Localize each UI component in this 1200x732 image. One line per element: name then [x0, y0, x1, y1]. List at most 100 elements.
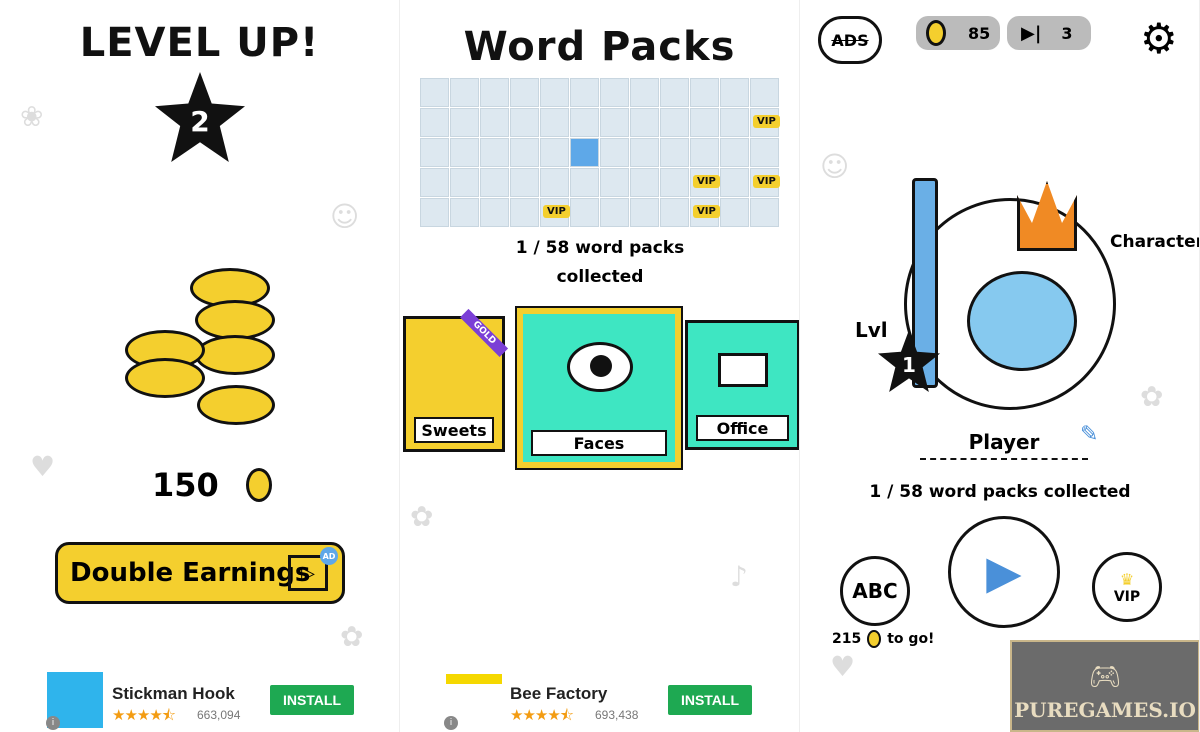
word-pack-cell[interactable] — [660, 198, 689, 227]
remove-ads-button[interactable]: ADS — [818, 16, 882, 64]
install-button[interactable]: INSTALL — [668, 685, 752, 715]
word-pack-cell[interactable] — [720, 78, 749, 107]
character-label[interactable]: Character — [1110, 232, 1199, 252]
word-pack-cell[interactable]: VIP — [690, 198, 720, 227]
doodle-icon: ☺ — [330, 200, 360, 233]
pack-label: Sweets — [414, 417, 494, 443]
collected-label: collected — [556, 267, 644, 287]
word-pack-cell[interactable] — [720, 198, 749, 227]
ad-info-icon[interactable]: i — [46, 716, 60, 730]
word-pack-cell[interactable] — [480, 138, 509, 167]
double-earnings-button[interactable]: Double Earnings ▷ AD — [55, 542, 345, 604]
word-pack-cell[interactable] — [750, 198, 779, 227]
word-pack-cell[interactable] — [600, 138, 629, 167]
word-pack-cell[interactable] — [630, 138, 659, 167]
word-pack-cell[interactable] — [540, 168, 569, 197]
eye-icon — [567, 342, 633, 392]
word-pack-cell[interactable] — [450, 78, 479, 107]
word-pack-cell[interactable]: VIP — [690, 168, 720, 197]
settings-gear-icon[interactable]: ⚙ — [1140, 14, 1178, 64]
word-pack-cell[interactable] — [630, 108, 659, 137]
word-pack-cell[interactable] — [600, 78, 629, 107]
word-pack-cell[interactable] — [720, 168, 749, 197]
abc-word-pack-button[interactable]: ABC — [840, 556, 910, 626]
ad-app-icon — [446, 674, 502, 684]
word-pack-cell[interactable]: VIP — [750, 168, 780, 197]
word-pack-cell[interactable] — [480, 78, 509, 107]
word-pack-cell[interactable] — [570, 138, 599, 167]
word-pack-cell[interactable] — [540, 138, 569, 167]
word-pack-cell[interactable] — [660, 168, 689, 197]
word-pack-cell[interactable] — [690, 138, 719, 167]
word-pack-cell[interactable] — [450, 168, 479, 197]
watermark-logo: 🎮︎ PUREGAMES.IO — [1010, 640, 1199, 732]
word-pack-cell[interactable] — [630, 168, 659, 197]
word-pack-cell[interactable] — [480, 108, 509, 137]
word-pack-cell[interactable] — [570, 168, 599, 197]
doodle-icon: ♥ — [830, 650, 856, 683]
unlock-cost: 215 to go! — [832, 630, 934, 648]
word-pack-cell[interactable] — [420, 198, 449, 227]
word-pack-grid-wrapper: VIP VIP VIP VIP VIP — [400, 0, 799, 240]
doodle-icon: ☺ — [820, 150, 850, 183]
word-pack-cell[interactable] — [510, 168, 539, 197]
word-pack-cell[interactable] — [630, 78, 659, 107]
word-pack-cell[interactable] — [720, 138, 749, 167]
player-name-field[interactable]: Player — [920, 430, 1088, 460]
word-pack-cell[interactable] — [420, 168, 449, 197]
level-star-badge: 2 — [155, 72, 245, 162]
ad-banner[interactable]: i Stickman Hook ★★★★⯪ 663,094 INSTALL — [0, 664, 399, 732]
word-pack-cell[interactable] — [660, 108, 689, 137]
word-pack-cell[interactable]: VIP — [540, 198, 570, 227]
edit-pencil-icon[interactable]: ✎ — [1080, 422, 1098, 447]
word-pack-cell[interactable] — [480, 198, 509, 227]
word-pack-cell[interactable]: VIP — [750, 108, 780, 137]
pack-card-office[interactable]: Office — [685, 320, 799, 450]
rating-count: 663,094 — [197, 708, 241, 722]
word-pack-cell[interactable] — [450, 108, 479, 137]
word-pack-cell[interactable] — [480, 168, 509, 197]
word-pack-cell[interactable] — [720, 108, 749, 137]
word-pack-cell[interactable] — [510, 138, 539, 167]
word-pack-cell[interactable] — [690, 108, 719, 137]
pack-card-faces[interactable]: Faces — [515, 306, 683, 470]
ad-banner[interactable]: i Bee Factory ★★★★⯪ 693,438 INSTALL — [400, 664, 799, 732]
word-pack-cell[interactable] — [450, 198, 479, 227]
word-pack-cell[interactable] — [510, 198, 539, 227]
word-pack-cell[interactable] — [540, 108, 569, 137]
word-pack-cell[interactable] — [750, 78, 779, 107]
rating-stars: ★★★★⯪ — [112, 706, 176, 724]
word-pack-cell[interactable] — [600, 168, 629, 197]
word-pack-cell[interactable] — [570, 108, 599, 137]
word-pack-cell[interactable] — [510, 78, 539, 107]
play-button[interactable]: ▶ — [948, 516, 1060, 628]
doodle-icon: ♥ — [30, 450, 56, 483]
word-pack-cell[interactable] — [690, 78, 719, 107]
ad-app-title: Stickman Hook — [112, 684, 235, 703]
watermark-text: PUREGAMES.IO — [1014, 698, 1196, 722]
word-pack-cell[interactable] — [600, 108, 629, 137]
word-pack-cell[interactable] — [420, 78, 449, 107]
word-pack-cell[interactable] — [570, 78, 599, 107]
level-number: 1 — [902, 353, 916, 377]
word-pack-cell[interactable] — [660, 138, 689, 167]
word-pack-cell[interactable] — [660, 78, 689, 107]
to-go-label: to go! — [887, 631, 935, 647]
word-pack-cell[interactable] — [750, 138, 779, 167]
pack-label: Office — [696, 415, 789, 441]
word-pack-cell[interactable] — [600, 198, 629, 227]
word-pack-cell[interactable] — [420, 108, 449, 137]
double-earnings-label: Double Earnings — [70, 558, 311, 588]
word-pack-cell[interactable] — [540, 78, 569, 107]
skip-balance: ▶| 3 — [1007, 16, 1091, 50]
vip-button[interactable]: ♛ VIP — [1092, 552, 1162, 622]
word-pack-cell[interactable] — [630, 198, 659, 227]
word-pack-cell[interactable] — [450, 138, 479, 167]
ad-info-icon[interactable]: i — [444, 716, 458, 730]
word-pack-cell[interactable] — [570, 198, 599, 227]
word-pack-cell[interactable] — [510, 108, 539, 137]
word-packs-screen: ✿ ♪ Word Packs VIP VIP VIP VIP VIP 1 / 58 wo… — [400, 0, 800, 732]
word-pack-cell[interactable] — [420, 138, 449, 167]
install-button[interactable]: INSTALL — [270, 685, 354, 715]
pack-card-sweets[interactable]: GOLD Sweets — [403, 308, 509, 452]
